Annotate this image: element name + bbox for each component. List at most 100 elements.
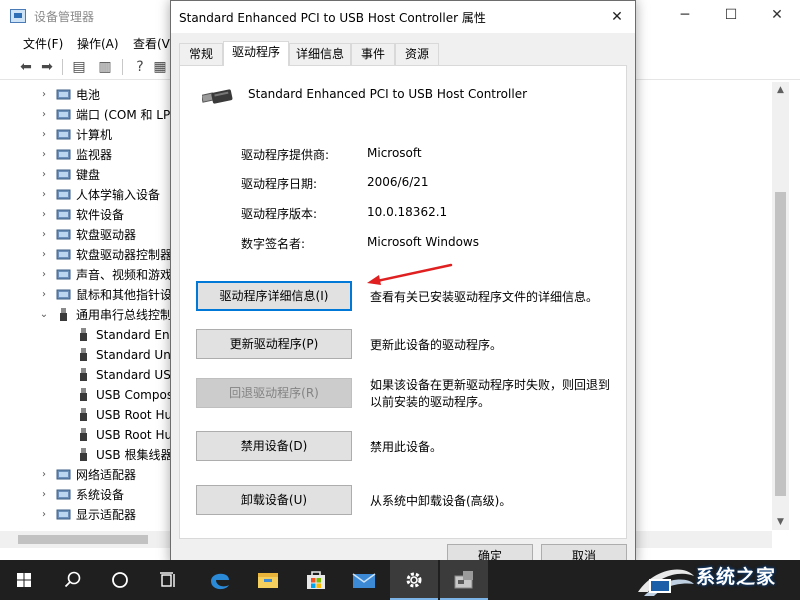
store-icon [307,571,325,589]
tree-item-label: 软盘驱动器 [76,228,137,242]
battery-icon [56,88,71,102]
search-icon [64,571,81,588]
properties-icon[interactable]: ▥ [96,58,114,76]
tree-item[interactable]: › 显示适配器 [0,505,172,525]
monitor-icon [56,148,71,162]
tab-details[interactable]: 详细信息 [289,43,351,65]
device-tree: › 电池 › 端口 (COM 和 LPT) › 计算机 › 监视器 › 键盘 › 人体学输入设备 › 软件… [0,82,172,530]
expand-chevron-icon[interactable]: › [38,105,50,125]
device-manager-taskbar-button[interactable] [440,560,488,600]
dialog-close-button[interactable]: ✕ [599,1,635,33]
tree-item[interactable]: › 软盘驱动器 [0,225,172,245]
expand-chevron-icon[interactable]: › [38,205,50,225]
dialog-title: Standard Enhanced PCI to USB Host Contro… [179,11,486,25]
expand-chevron-icon[interactable]: › [38,165,50,185]
scroll-thumb[interactable] [18,535,148,544]
expand-chevron-icon[interactable]: › [38,185,50,205]
roll-back-driver-button[interactable]: 回退驱动程序(R) [196,378,352,408]
driver-version-label: 驱动程序版本: [241,207,318,221]
tree-item[interactable]: Standard Universal PCI to USB Host Contr… [0,345,172,365]
floppy-drive-icon [56,228,71,242]
tree-item[interactable]: Standard Enhanced PCI to USB Host Contro… [0,325,172,345]
disable-device-button[interactable]: 禁用设备(D) [196,431,352,461]
maximize-button[interactable]: ☐ [708,0,754,31]
driver-details-button[interactable]: 驱动程序详细信息(I) [196,281,352,311]
file-explorer-button[interactable] [244,560,292,600]
start-icon [17,573,31,587]
menu-view[interactable]: 查看(V) [133,35,175,52]
close-button[interactable]: ✕ [754,0,800,31]
tree-item[interactable]: › 监视器 [0,145,172,165]
store-button[interactable] [292,560,340,600]
scroll-down-icon[interactable]: ▼ [772,514,789,530]
driver-version-value: 10.0.18362.1 [367,205,448,219]
tree-item[interactable]: USB 根集线器 [0,445,172,465]
usb-controller-icon [56,308,71,322]
collapse-chevron-icon[interactable]: ⌄ [38,305,50,325]
tree-item[interactable]: USB Composite Device [0,385,172,405]
tree-item-label: USB 根集线器 [96,448,172,462]
tree-item-label: 声音、视频和游戏控制器 [76,268,172,282]
edge-button[interactable] [196,560,244,600]
usb-plug-icon [76,328,91,342]
vertical-scrollbar[interactable]: ▲ ▼ [772,82,789,530]
tree-item[interactable]: › 计算机 [0,125,172,145]
action-icon[interactable]: ▦ [151,58,169,76]
tree-item[interactable]: › 键盘 [0,165,172,185]
uninstall-device-description: 从系统中卸载设备(高级)。 [370,494,512,508]
tree-item[interactable]: › 声音、视频和游戏控制器 [0,265,172,285]
driver-details-description: 查看有关已安装驱动程序文件的详细信息。 [370,290,599,304]
expand-chevron-icon[interactable]: › [38,285,50,305]
tab-events[interactable]: 事件 [351,43,395,65]
tree-item[interactable]: › 软盘驱动器控制器 [0,245,172,265]
menu-file[interactable]: 文件(F) [23,35,63,52]
expand-chevron-icon[interactable]: › [38,505,50,525]
tree-item[interactable]: USB Root Hub [0,405,172,425]
forward-icon[interactable]: ➡ [38,58,56,76]
tree-item[interactable]: › 人体学输入设备 [0,185,172,205]
tree-item[interactable]: › 鼠标和其他指针设备 [0,285,172,305]
expand-chevron-icon[interactable]: › [38,85,50,105]
tab-resources[interactable]: 资源 [395,43,439,65]
tree-item[interactable]: › 电池 [0,85,172,105]
show-hide-tree-icon[interactable]: ▤ [70,58,88,76]
tree-item[interactable]: ⌄ 通用串行总线控制器 [0,305,172,325]
expand-chevron-icon[interactable]: › [38,125,50,145]
expand-chevron-icon[interactable]: › [38,225,50,245]
back-icon[interactable]: ⬅ [17,58,35,76]
tree-item[interactable]: Standard USB 2.0 Host Controller [0,365,172,385]
expand-chevron-icon[interactable]: › [38,145,50,165]
signer-label: 数字签名者: [241,237,306,251]
tree-item-label: 系统设备 [76,488,125,502]
cortana-button[interactable] [96,560,144,600]
tree-item-label: USB Composite Device [96,388,172,402]
expand-chevron-icon[interactable]: › [38,265,50,285]
tree-item[interactable]: › 系统设备 [0,485,172,505]
tab-general[interactable]: 常规 [179,43,223,65]
search-button[interactable] [48,560,96,600]
update-driver-button[interactable]: 更新驱动程序(P) [196,329,352,359]
settings-button[interactable] [390,560,438,600]
tree-item[interactable]: USB Root Hub [0,425,172,445]
expand-chevron-icon[interactable]: › [38,485,50,505]
task-view-button[interactable] [144,560,192,600]
scroll-thumb[interactable] [775,192,786,496]
device-name: Standard Enhanced PCI to USB Host Contro… [248,87,528,101]
tree-item[interactable]: › 网络适配器 [0,465,172,485]
tab-driver[interactable]: 驱动程序 [223,41,289,66]
start-button[interactable] [0,560,48,600]
minimize-button[interactable]: ─ [662,0,708,31]
tree-item-label: USB Root Hub [96,408,172,422]
scroll-up-icon[interactable]: ▲ [772,82,789,98]
help-icon[interactable]: ? [131,58,149,76]
mail-button[interactable] [340,560,388,600]
task-view-icon [160,572,175,587]
menu-action[interactable]: 操作(A) [77,35,119,52]
tree-item[interactable]: › 软件设备 [0,205,172,225]
cortana-icon [112,572,128,588]
tree-item[interactable]: › 端口 (COM 和 LPT) [0,105,172,125]
expand-chevron-icon[interactable]: › [38,465,50,485]
uninstall-device-button[interactable]: 卸载设备(U) [196,485,352,515]
toolbar-separator [62,59,63,75]
expand-chevron-icon[interactable]: › [38,245,50,265]
